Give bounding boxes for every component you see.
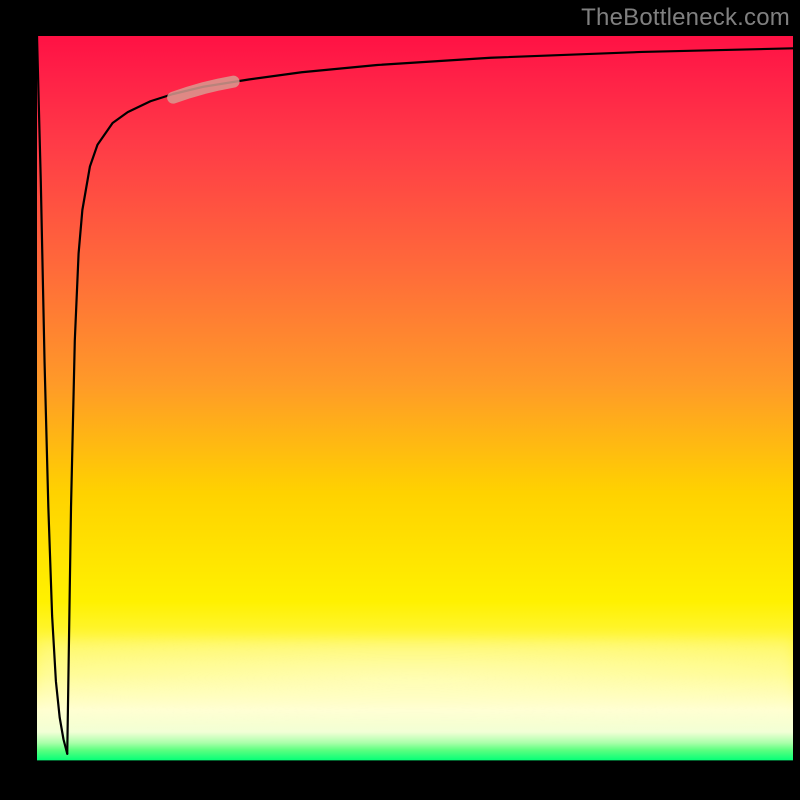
curve-layer xyxy=(37,36,793,761)
chart-plot-area xyxy=(37,36,793,761)
watermark-label: TheBottleneck.com xyxy=(581,4,790,32)
highlight-segment xyxy=(173,82,233,98)
series-curve-up xyxy=(67,48,793,753)
series-curve-down xyxy=(37,36,67,754)
chart-frame: TheBottleneck.com xyxy=(0,0,800,800)
